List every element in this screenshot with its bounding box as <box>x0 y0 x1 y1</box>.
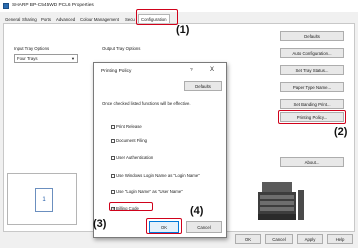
checkbox-box[interactable] <box>111 155 115 160</box>
chevron-down-icon: ▼ <box>71 56 75 61</box>
highlight-printing-policy <box>278 110 346 124</box>
page-icon: 1 <box>35 188 53 212</box>
checkbox-windows-login-name[interactable]: Use Windows Login Name as "Login Name" <box>111 173 200 178</box>
callout-2: (2) <box>334 126 348 138</box>
checkbox-login-as-user-name[interactable]: Use "Login Name" as "User Name" <box>111 189 183 194</box>
checkbox-label: User Authentication <box>116 155 154 160</box>
checkbox-user-authentication[interactable]: User Authentication <box>111 155 153 160</box>
printer-app-icon <box>3 3 9 9</box>
input-tray-value: Four Trays <box>17 56 38 61</box>
checkbox-box[interactable] <box>111 124 115 129</box>
printing-policy-dialog: Printing Policy ? X Defaults Once checke… <box>93 62 227 238</box>
checkbox-label: Use "Login Name" as "User Name" <box>116 189 183 194</box>
help-button[interactable]: Help <box>327 234 353 244</box>
tab-sharing[interactable]: Sharing <box>20 16 39 23</box>
callout-4: (4) <box>190 205 204 217</box>
tab-security[interactable]: Secu <box>123 16 137 23</box>
dialog-cancel-button[interactable]: Cancel <box>186 221 222 233</box>
tab-advanced[interactable]: Advanced <box>54 16 77 23</box>
highlight-configuration-tab <box>136 9 178 25</box>
checkbox-label: Use Windows Login Name as "Login Name" <box>116 173 200 178</box>
cancel-button[interactable]: Cancel <box>265 234 293 244</box>
dialog-title: Printing Policy <box>101 69 132 74</box>
checkbox-print-release[interactable]: Print Release <box>111 124 142 129</box>
tray-preview: 1 <box>7 173 77 225</box>
callout-1: (1) <box>176 24 190 36</box>
help-icon[interactable]: ? <box>190 68 193 73</box>
tab-bar: General Sharing Ports Advanced Colour Ma… <box>3 14 358 24</box>
printer-image-icon <box>258 182 304 220</box>
title-bar: SHARP BP-C545WD PCL6 Properties <box>0 0 358 12</box>
input-tray-label: Input Tray Options <box>14 46 50 51</box>
callout-3: (3) <box>93 218 107 230</box>
checkbox-box[interactable] <box>111 173 115 178</box>
checkbox-document-filing[interactable]: Document Filing <box>111 138 147 143</box>
tab-ports[interactable]: Ports <box>39 16 53 23</box>
checkbox-box[interactable] <box>111 189 115 194</box>
checkbox-label: Document Filing <box>116 138 148 143</box>
tab-colour-management[interactable]: Colour Management <box>78 16 121 23</box>
checkbox-box[interactable] <box>111 138 115 143</box>
set-banding-print-button[interactable]: Set Banding Print... <box>280 99 344 109</box>
dialog-defaults-button[interactable]: Defaults <box>184 81 222 91</box>
about-button[interactable]: About... <box>280 157 344 167</box>
checkbox-label: Print Release <box>116 124 142 129</box>
output-tray-label: Output Tray Options <box>102 46 141 51</box>
highlight-ok-button <box>146 218 182 234</box>
dialog-description: Once checked listed functions will be ef… <box>102 101 191 106</box>
ok-button[interactable]: OK <box>235 234 261 244</box>
highlight-billing-code <box>109 202 153 211</box>
apply-button[interactable]: Apply <box>297 234 323 244</box>
paper-type-name-button[interactable]: Paper Type Name... <box>280 82 344 92</box>
close-icon[interactable]: X <box>210 67 214 73</box>
page-number: 1 <box>42 197 46 203</box>
window-title: SHARP BP-C545WD PCL6 Properties <box>12 3 94 8</box>
defaults-button[interactable]: Defaults <box>280 31 344 41</box>
input-tray-select[interactable]: Four Trays ▼ <box>14 54 78 63</box>
set-tray-status-button[interactable]: Set Tray Status... <box>280 65 344 75</box>
auto-configuration-button[interactable]: Auto Configuration... <box>280 48 344 58</box>
